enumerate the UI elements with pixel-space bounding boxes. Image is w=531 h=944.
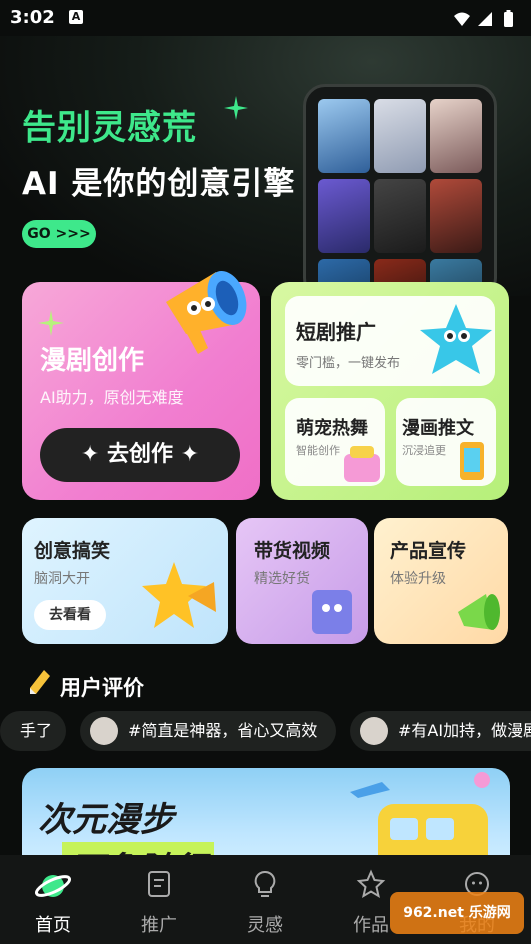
avatar bbox=[360, 717, 388, 745]
document-icon bbox=[148, 871, 170, 897]
review-chip-text: #简直是神器，省心又高效 bbox=[128, 721, 318, 740]
comic-drama-subtitle: AI助力，原创无难度 bbox=[40, 388, 184, 407]
nav-home-label: 首页 bbox=[35, 915, 71, 936]
review-chip-text: #有AI加持，做漫剧 bbox=[398, 721, 531, 740]
notification-icon: A bbox=[69, 10, 83, 24]
pet-dance-subtitle: 智能创作 bbox=[296, 444, 340, 457]
review-chip-text: 手了 bbox=[19, 721, 52, 740]
system-icons bbox=[454, 10, 513, 27]
hero-headline: 告别灵感荒 bbox=[22, 108, 197, 148]
go-button[interactable]: GO >>> bbox=[22, 220, 96, 248]
book-mascot-icon bbox=[312, 590, 352, 634]
banner-text-1: 次元漫步 bbox=[38, 800, 174, 840]
pet-dance-title: 萌宠热舞 bbox=[296, 418, 368, 439]
gift-box-mascot-icon bbox=[344, 446, 380, 482]
pencil-icon bbox=[30, 670, 50, 694]
watermark-logo: 962.net 乐游网 bbox=[390, 892, 524, 934]
anime-thumbnail bbox=[430, 179, 482, 253]
wifi-icon bbox=[454, 12, 470, 26]
nav-promote-label: 推广 bbox=[141, 915, 177, 936]
product-promo-subtitle: 体验升级 bbox=[390, 571, 446, 587]
go-create-button[interactable]: ✦ 去创作 ✦ bbox=[40, 428, 240, 482]
reviews-title: 用户评价 bbox=[60, 676, 144, 700]
comic-text-title: 漫画推文 bbox=[402, 418, 474, 439]
short-drama-title: 短剧推广 bbox=[296, 320, 376, 344]
nav-inspiration-label: 灵感 bbox=[247, 915, 283, 936]
anime-thumbnail bbox=[318, 99, 370, 173]
star-mascot-icon bbox=[420, 304, 492, 374]
battery-icon bbox=[504, 12, 513, 27]
funny-creative-subtitle: 脑洞大开 bbox=[34, 571, 90, 587]
star-trumpet-mascot-icon bbox=[142, 562, 216, 628]
avatar bbox=[90, 717, 118, 745]
hero-subheadline: AI 是你的创意引擎 bbox=[22, 166, 296, 202]
signal-icon bbox=[478, 12, 492, 26]
lightbulb-icon bbox=[254, 870, 276, 897]
short-drama-subtitle: 零门槛，一键发布 bbox=[296, 356, 401, 371]
sparkle-icon bbox=[38, 310, 64, 336]
status-time: 3:02 bbox=[10, 7, 55, 28]
status-bar: 3:02 A bbox=[0, 0, 531, 36]
goods-video-subtitle: 精选好货 bbox=[254, 571, 310, 587]
megaphone-icon bbox=[458, 594, 500, 630]
review-chip[interactable]: #简直是神器，省心又高效 bbox=[80, 711, 336, 751]
megaphone-mascot-icon bbox=[166, 270, 247, 354]
sparkle-icon bbox=[224, 96, 248, 120]
product-promo-title: 产品宣传 bbox=[390, 540, 467, 562]
nav-home[interactable]: 首页 bbox=[0, 855, 106, 944]
planet-icon bbox=[34, 875, 72, 897]
comic-text-subtitle: 沉浸追更 bbox=[402, 444, 446, 457]
nav-inspiration[interactable]: 灵感 bbox=[212, 855, 318, 944]
review-chip[interactable]: #有AI加持，做漫剧 bbox=[350, 711, 531, 751]
funny-creative-title: 创意搞笑 bbox=[34, 540, 111, 562]
anime-thumbnail bbox=[374, 99, 426, 173]
star-icon bbox=[356, 869, 386, 899]
goods-video-title: 带货视频 bbox=[254, 540, 331, 562]
anime-thumbnail bbox=[374, 179, 426, 253]
nav-promote[interactable]: 推广 bbox=[106, 855, 212, 944]
anime-thumbnail bbox=[430, 99, 482, 173]
phone-preview bbox=[303, 84, 497, 300]
phone-mascot-icon bbox=[460, 442, 484, 480]
anime-thumbnail bbox=[318, 179, 370, 253]
view-more-button[interactable]: 去看看 bbox=[34, 600, 106, 630]
review-chip[interactable]: 手了 bbox=[0, 711, 66, 751]
comic-drama-title: 漫剧创作 bbox=[40, 346, 145, 376]
